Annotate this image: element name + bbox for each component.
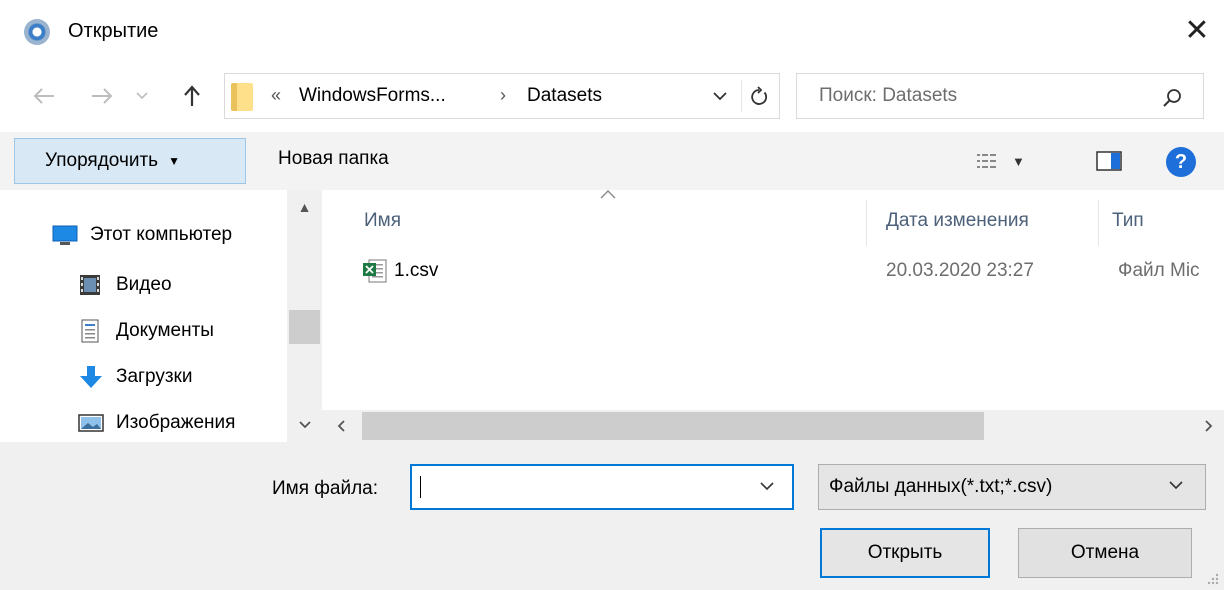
search-icon[interactable]	[1161, 87, 1183, 109]
help-icon[interactable]: ?	[1166, 147, 1196, 177]
window-title: Открытие	[68, 20, 159, 42]
title-bar: Открытие ✕	[0, 0, 1224, 62]
change-view-button[interactable]: ▼	[976, 147, 1056, 175]
settings-gear-icon	[24, 19, 50, 45]
file-list: Имя Дата изменения Тип 1.csv 20.03.2020 …	[322, 190, 1224, 410]
address-bar[interactable]: « WindowsForms... › Datasets	[224, 73, 780, 119]
nav-item-documents[interactable]: Документы	[78, 310, 214, 352]
scrollbar-thumb[interactable]	[362, 412, 984, 440]
column-divider[interactable]	[866, 200, 867, 246]
search-input[interactable]: Поиск: Datasets	[796, 73, 1204, 119]
nav-item-label: Видео	[116, 274, 172, 295]
navigation-scrollbar[interactable]: ▲	[287, 190, 322, 442]
resize-grip-icon[interactable]	[1204, 570, 1220, 586]
breadcrumb-separator[interactable]: ›	[500, 85, 506, 106]
chevron-down-icon[interactable]	[703, 80, 737, 112]
scrollbar-thumb[interactable]	[289, 310, 320, 344]
breadcrumb-item[interactable]: Datasets	[527, 85, 602, 107]
documents-icon	[81, 319, 99, 343]
downloads-icon	[80, 366, 102, 388]
horizontal-scrollbar[interactable]	[322, 410, 1224, 442]
breadcrumb-item[interactable]: WindowsForms...	[299, 85, 446, 107]
nav-item-label: Этот компьютер	[90, 224, 233, 245]
nav-item-this-pc[interactable]: Этот компьютер	[52, 214, 232, 256]
column-divider[interactable]	[1098, 200, 1099, 246]
chevron-down-icon[interactable]	[760, 478, 774, 495]
details-view-icon	[977, 154, 996, 168]
nav-item-label: Изображения	[116, 412, 236, 433]
nav-item-downloads[interactable]: Загрузки	[78, 356, 192, 398]
file-date: 20.03.2020 23:27	[886, 260, 1034, 281]
cancel-button[interactable]: Отмена	[1018, 528, 1192, 578]
folder-icon	[231, 83, 253, 111]
breadcrumb-overflow[interactable]: «	[271, 85, 281, 106]
sort-ascending-icon	[600, 186, 616, 204]
nav-item-label: Загрузки	[116, 366, 193, 387]
recent-locations-chevron-icon[interactable]	[128, 78, 156, 114]
text-cursor	[420, 476, 421, 498]
dialog-footer: Имя файла: Файлы данных(*.txt;*.csv) Отк…	[0, 442, 1224, 590]
forward-arrow-icon[interactable]	[82, 78, 122, 114]
filename-label: Имя файла:	[272, 478, 379, 499]
refresh-icon[interactable]	[741, 80, 775, 112]
excel-csv-icon	[363, 259, 387, 283]
computer-icon	[52, 225, 78, 245]
new-folder-button[interactable]: Новая папка	[278, 148, 389, 170]
close-button[interactable]: ✕	[1170, 8, 1224, 52]
search-placeholder: Поиск: Datasets	[819, 85, 958, 106]
file-type-selected: Файлы данных(*.txt;*.csv)	[829, 476, 1053, 497]
nav-item-label: Документы	[116, 320, 214, 341]
navigation-pane: Этот компьютер Видео Документы Загрузки …	[0, 190, 322, 442]
organize-button[interactable]: Упорядочить ▼	[14, 138, 246, 184]
scroll-up-icon[interactable]: ▲	[287, 190, 322, 224]
nav-item-video[interactable]: Видео	[78, 264, 172, 306]
open-button[interactable]: Открыть	[820, 528, 990, 578]
scroll-down-icon[interactable]	[287, 408, 322, 442]
file-row[interactable]: 1.csv 20.03.2020 23:27 Файл Mic	[344, 252, 1224, 292]
caret-down-icon: ▼	[1012, 153, 1025, 169]
column-header-date[interactable]: Дата изменения	[886, 210, 1029, 232]
scroll-right-icon[interactable]	[1194, 410, 1224, 442]
scroll-left-icon[interactable]	[322, 410, 360, 442]
pictures-icon	[78, 414, 104, 432]
column-header-name[interactable]: Имя	[364, 210, 401, 232]
chevron-down-icon	[1169, 477, 1183, 494]
caret-down-icon: ▼	[168, 154, 180, 168]
filename-input[interactable]	[410, 464, 794, 510]
nav-item-pictures[interactable]: Изображения	[78, 402, 235, 444]
file-name: 1.csv	[394, 260, 439, 281]
preview-pane-icon[interactable]	[1092, 148, 1126, 174]
column-header-type[interactable]: Тип	[1112, 210, 1144, 232]
command-bar: Упорядочить ▼ Новая папка ▼ ?	[0, 132, 1224, 190]
up-arrow-icon[interactable]	[172, 78, 212, 114]
organize-label: Упорядочить	[45, 150, 159, 171]
back-arrow-icon[interactable]	[24, 78, 64, 114]
video-icon	[80, 275, 100, 295]
file-type-select[interactable]: Файлы данных(*.txt;*.csv)	[818, 464, 1206, 510]
file-type: Файл Mic	[1118, 260, 1200, 281]
